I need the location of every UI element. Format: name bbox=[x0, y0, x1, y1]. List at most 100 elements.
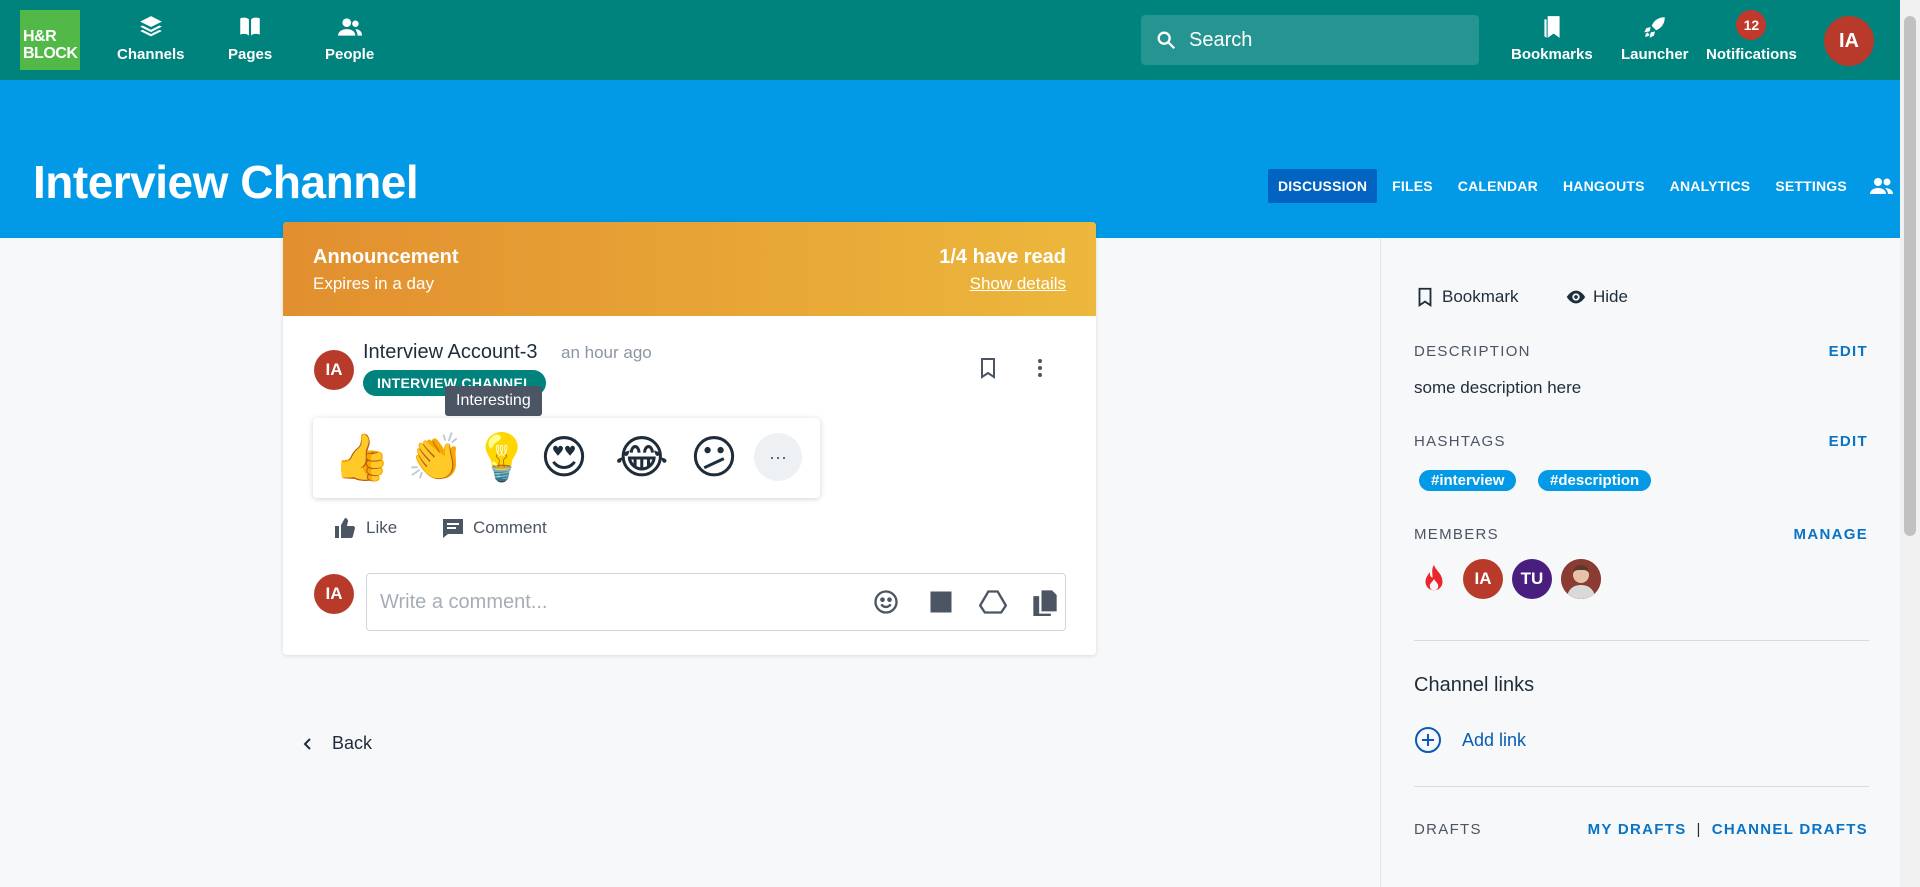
people-icon bbox=[337, 18, 362, 36]
comment-label: Comment bbox=[473, 518, 547, 537]
eye-icon bbox=[1566, 290, 1586, 304]
page-scrollbar[interactable] bbox=[1900, 0, 1920, 887]
tab-hangouts[interactable]: HANGOUTS bbox=[1553, 169, 1655, 203]
user-avatar[interactable]: IA bbox=[1824, 16, 1874, 66]
hide-label: Hide bbox=[1593, 287, 1628, 306]
read-status: 1/4 have read bbox=[939, 246, 1066, 268]
drafts-separator: | bbox=[1696, 821, 1702, 838]
top-navigation-bar: H&R BLOCK Channels Pages People Search Bo… bbox=[0, 0, 1900, 80]
reaction-picker: 👍 👏 💡 😍 😂 😕 ··· bbox=[313, 418, 820, 498]
fire-icon bbox=[1425, 564, 1443, 591]
sidebar-divider bbox=[1414, 640, 1869, 641]
channel-links-heading: Channel links bbox=[1414, 674, 1535, 696]
reaction-like[interactable]: 👍 bbox=[333, 432, 390, 482]
description-text: some description here bbox=[1414, 378, 1582, 397]
like-button[interactable]: Like bbox=[334, 516, 397, 540]
hashtag-interview[interactable]: #interview bbox=[1419, 470, 1517, 491]
member-avatar-tu[interactable]: TU bbox=[1512, 559, 1552, 599]
comment-icon bbox=[443, 519, 463, 538]
show-details-link[interactable]: Show details bbox=[970, 274, 1066, 294]
user-photo-icon bbox=[1561, 559, 1601, 599]
back-link[interactable]: Back bbox=[300, 733, 372, 754]
reaction-tooltip: Interesting bbox=[445, 386, 542, 416]
reaction-love[interactable]: 😍 bbox=[540, 432, 588, 482]
gif-icon[interactable] bbox=[927, 588, 955, 616]
comment-placeholder: Write a comment... bbox=[380, 590, 548, 613]
tab-settings[interactable]: SETTINGS bbox=[1765, 169, 1857, 203]
members-icon bbox=[1869, 178, 1893, 194]
google-drive-icon[interactable] bbox=[979, 588, 1007, 616]
plus-circle-icon bbox=[1415, 727, 1441, 753]
bookmark-label: Bookmark bbox=[1442, 287, 1519, 306]
nav-channels-label: Channels bbox=[117, 46, 185, 63]
tab-files[interactable]: FILES bbox=[1382, 169, 1443, 203]
drafts-links: MY DRAFTS | CHANNEL DRAFTS bbox=[1588, 821, 1868, 838]
reaction-interesting[interactable]: 💡 bbox=[473, 432, 530, 482]
member-avatar-fire[interactable] bbox=[1414, 559, 1454, 599]
layers-icon bbox=[139, 16, 162, 37]
sidebar-divider bbox=[1414, 786, 1869, 787]
member-avatar-ia[interactable]: IA bbox=[1463, 559, 1503, 599]
bookmarks-icon bbox=[1544, 16, 1560, 38]
comment-button[interactable]: Comment bbox=[441, 516, 547, 540]
bookmark-outline-icon bbox=[1418, 287, 1432, 307]
edit-description-button[interactable]: EDIT bbox=[1829, 343, 1868, 360]
reaction-laugh[interactable]: 😂 bbox=[615, 432, 669, 482]
nav-notifications[interactable]: 12 Notifications bbox=[1706, 10, 1797, 63]
author-name[interactable]: Interview Account-3 bbox=[363, 341, 538, 364]
book-icon bbox=[240, 17, 260, 36]
attach-file-icon[interactable] bbox=[1031, 588, 1059, 616]
announcement-post-card: Announcement Expires in a day 1/4 have r… bbox=[283, 222, 1096, 655]
more-options-icon[interactable] bbox=[1028, 356, 1052, 380]
channel-drafts-link[interactable]: CHANNEL DRAFTS bbox=[1712, 821, 1868, 838]
manage-members-button[interactable]: MANAGE bbox=[1794, 526, 1868, 543]
notification-count-badge: 12 bbox=[1736, 10, 1767, 40]
nav-bookmarks-label: Bookmarks bbox=[1511, 46, 1593, 63]
announcement-title: Announcement bbox=[313, 246, 459, 268]
reaction-applause[interactable]: 👏 bbox=[407, 432, 464, 482]
nav-pages-label: Pages bbox=[228, 46, 273, 63]
hashtag-description[interactable]: #description bbox=[1538, 470, 1652, 491]
reaction-confused[interactable]: 😕 bbox=[690, 432, 738, 482]
nav-channels[interactable]: Channels bbox=[117, 14, 185, 63]
hide-channel-button[interactable]: Hide bbox=[1565, 286, 1628, 308]
bookmark-channel-button[interactable]: Bookmark bbox=[1414, 286, 1519, 308]
my-drafts-link[interactable]: MY DRAFTS bbox=[1588, 821, 1687, 838]
nav-people[interactable]: People bbox=[325, 14, 374, 63]
nav-pages[interactable]: Pages bbox=[228, 14, 272, 63]
nav-people-label: People bbox=[325, 46, 375, 63]
post-timestamp[interactable]: an hour ago bbox=[561, 343, 652, 363]
search-bar[interactable]: Search bbox=[1141, 15, 1479, 65]
bookmark-icon[interactable] bbox=[976, 356, 1000, 380]
search-label: Search bbox=[1189, 28, 1253, 51]
channel-sidebar: Bookmark Hide DESCRIPTION EDIT some desc… bbox=[1380, 238, 1900, 887]
page-title: Interview Channel bbox=[33, 156, 419, 208]
nav-launcher-label: Launcher bbox=[1621, 46, 1689, 63]
back-label: Back bbox=[332, 733, 373, 753]
commenter-avatar[interactable]: IA bbox=[314, 574, 354, 614]
add-link-label: Add link bbox=[1462, 729, 1527, 750]
nav-bookmarks[interactable]: Bookmarks bbox=[1511, 14, 1593, 63]
like-label: Like bbox=[366, 518, 398, 537]
comment-input[interactable]: Write a comment... bbox=[366, 573, 1066, 631]
rocket-icon bbox=[1643, 17, 1665, 38]
tab-calendar[interactable]: CALENDAR bbox=[1448, 169, 1548, 203]
thumbs-up-icon bbox=[335, 518, 355, 538]
company-logo[interactable]: H&R BLOCK bbox=[20, 10, 80, 70]
drafts-label: DRAFTS bbox=[1414, 821, 1482, 838]
tab-discussion[interactable]: DISCUSSION bbox=[1268, 169, 1378, 203]
channel-tabs: DISCUSSION FILES CALENDAR HANGOUTS ANALY… bbox=[1268, 169, 1910, 203]
add-link-button[interactable]: Add link bbox=[1414, 726, 1526, 754]
member-avatar-photo[interactable] bbox=[1561, 559, 1601, 599]
tab-analytics[interactable]: ANALYTICS bbox=[1660, 169, 1761, 203]
chevron-left-icon bbox=[303, 737, 311, 750]
nav-notifications-label: Notifications bbox=[1706, 46, 1797, 63]
hashtags-label: HASHTAGS bbox=[1414, 433, 1506, 450]
emoji-icon[interactable] bbox=[872, 588, 900, 616]
edit-hashtags-button[interactable]: EDIT bbox=[1829, 433, 1868, 450]
more-reactions-button[interactable]: ··· bbox=[754, 433, 802, 481]
nav-launcher[interactable]: Launcher bbox=[1621, 14, 1689, 63]
author-avatar[interactable]: IA bbox=[314, 350, 354, 390]
description-label: DESCRIPTION bbox=[1414, 343, 1531, 360]
scrollbar-thumb[interactable] bbox=[1904, 16, 1916, 536]
